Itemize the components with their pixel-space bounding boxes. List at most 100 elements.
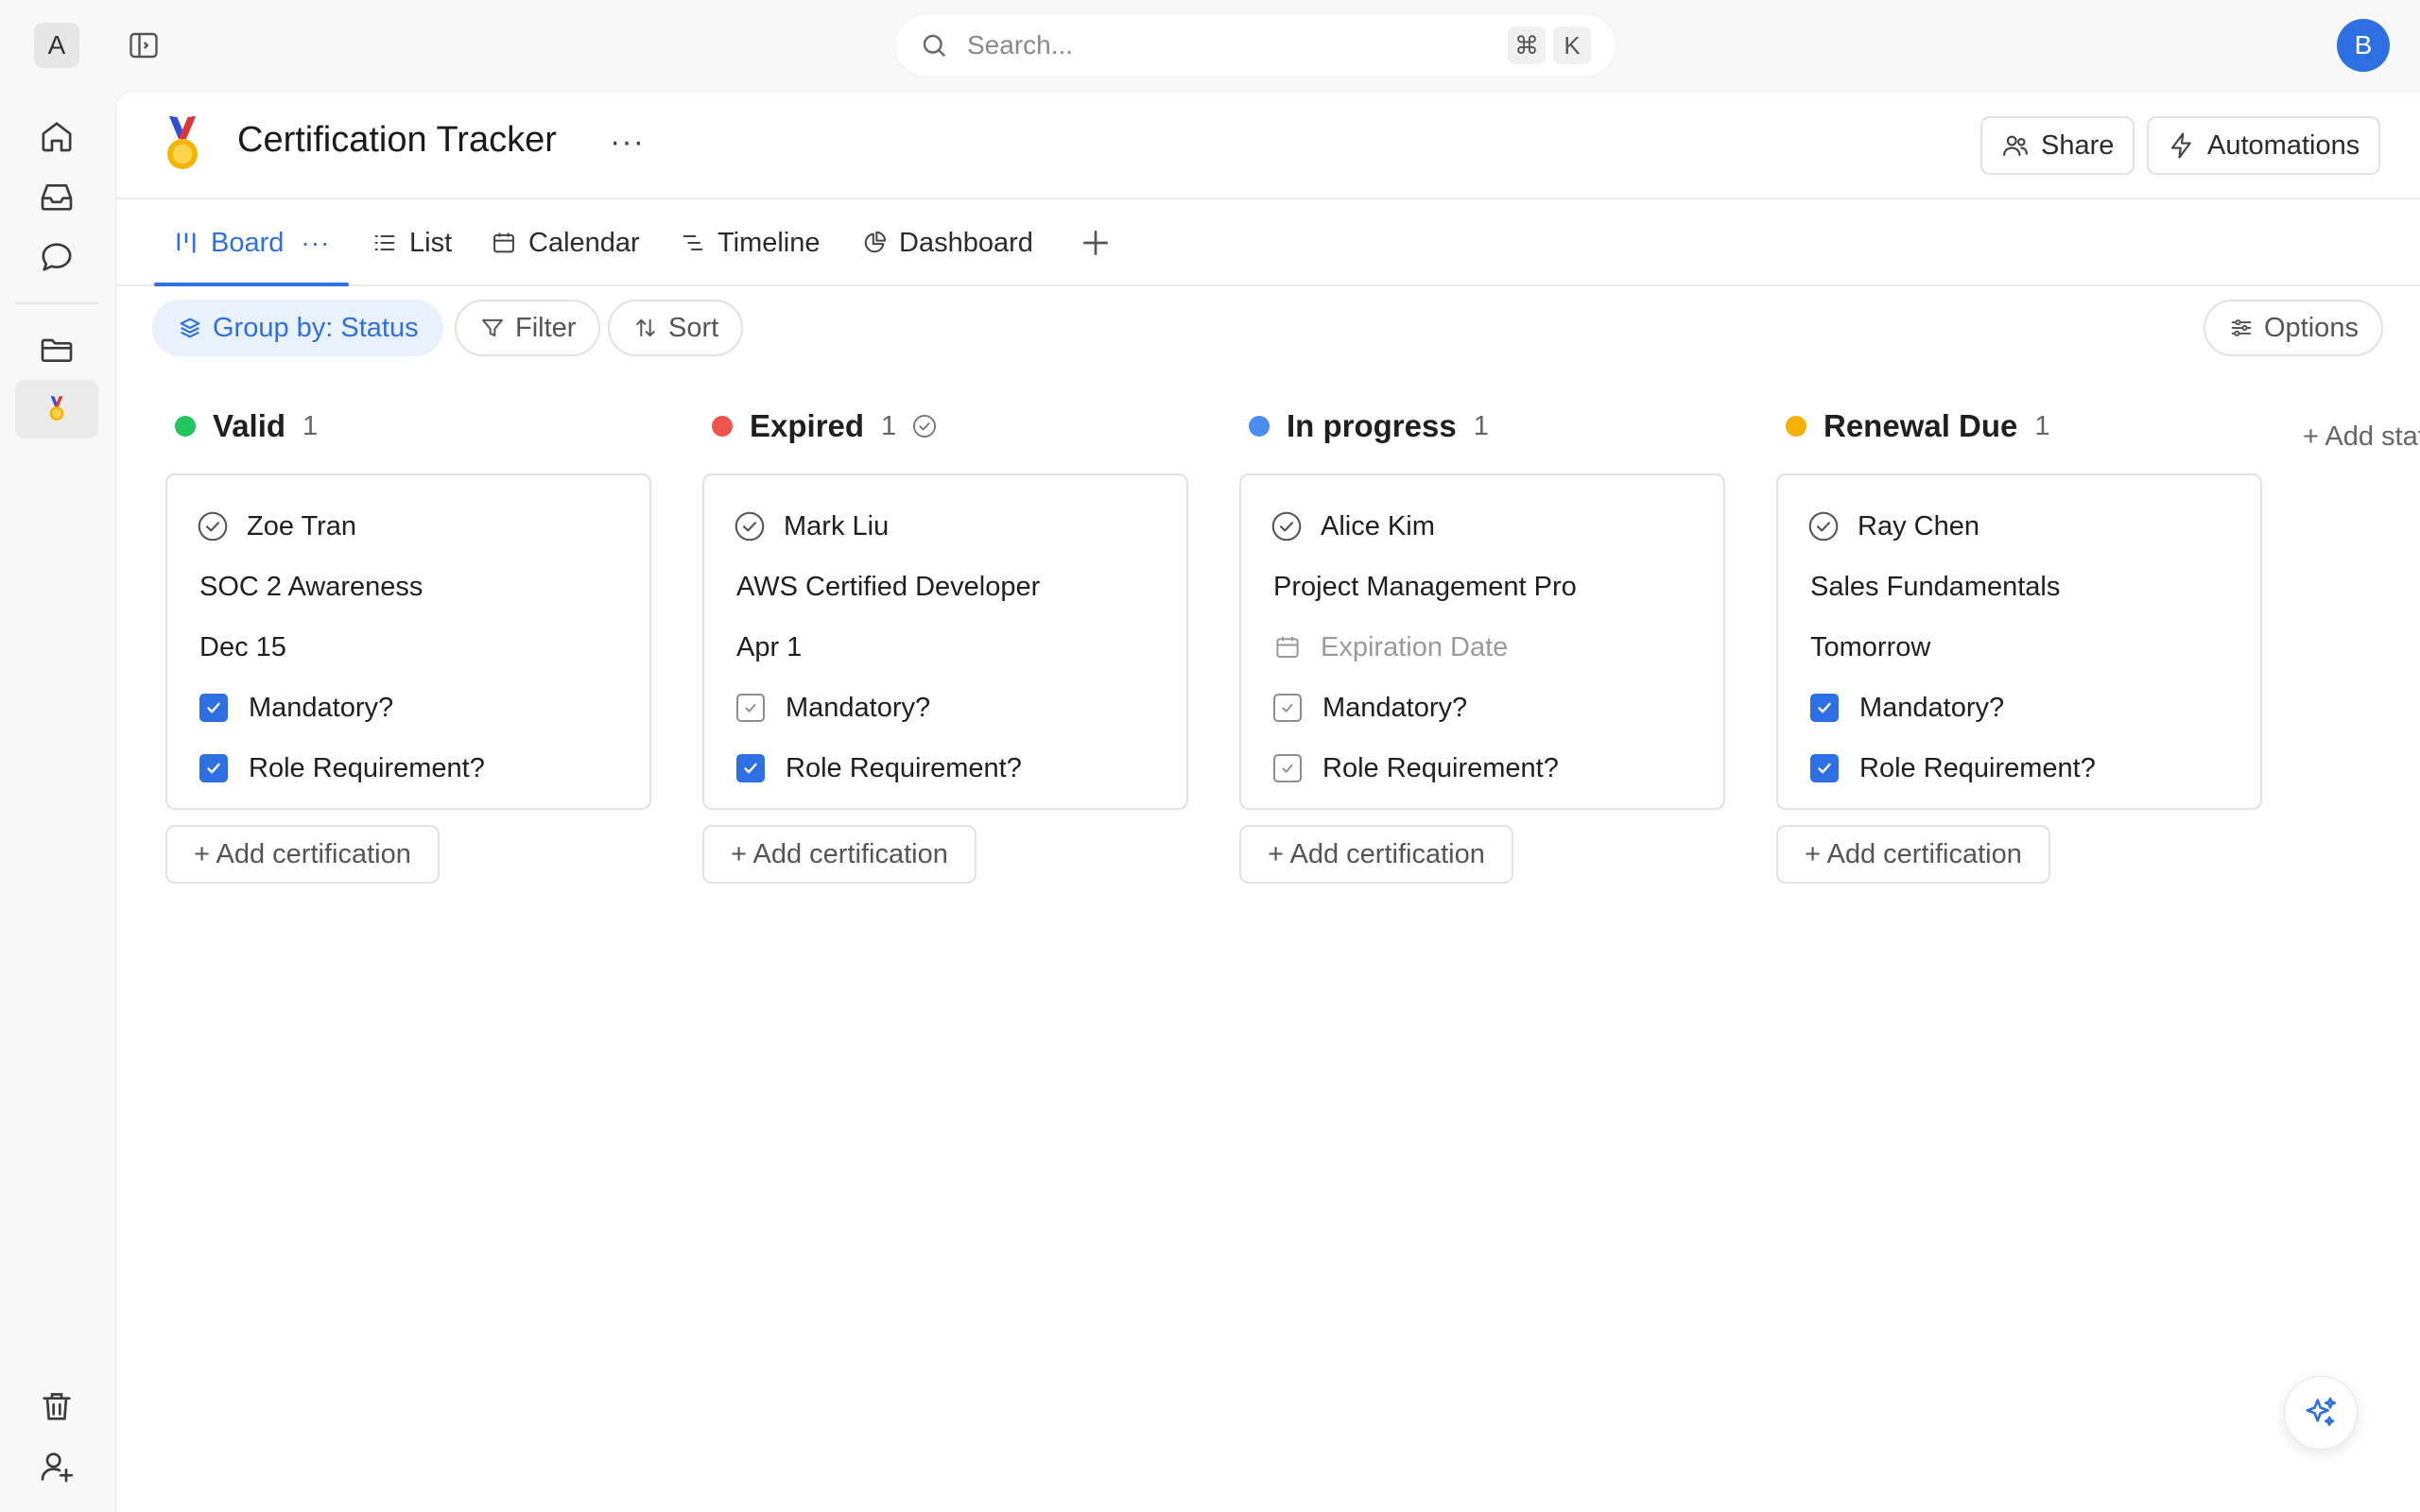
shortcut-k-key: K — [1553, 26, 1591, 64]
card-name-row: Mark Liu — [733, 496, 1156, 557]
certification-card[interactable]: Mark Liu AWS Certified Developer Apr 1 M… — [702, 473, 1188, 810]
filter-button[interactable]: Filter — [455, 300, 601, 356]
mandatory-checkbox[interactable] — [1810, 694, 1839, 722]
medal-icon — [46, 395, 67, 423]
medal-icon[interactable] — [160, 114, 205, 175]
automations-button[interactable]: Automations — [2147, 116, 2381, 175]
check-circle-icon[interactable] — [1806, 509, 1841, 543]
search-icon — [920, 31, 948, 60]
options-label: Options — [2264, 312, 2359, 343]
card-expiration-row: Tomorrow — [1806, 617, 2230, 678]
tab-timeline-label: Timeline — [717, 227, 821, 258]
card-name-row: Ray Chen — [1806, 496, 2230, 557]
trash-icon[interactable] — [38, 1387, 76, 1425]
card-mandatory-row: Mandatory? — [196, 678, 619, 738]
card-expiration-row[interactable]: Expiration Date — [1270, 617, 1693, 678]
column-expired: Expired 1 Mark Liu AWS Certified Develop… — [702, 392, 1188, 884]
card-role-row: Role Requirement? — [1270, 738, 1693, 799]
search-input[interactable] — [967, 30, 1500, 60]
expiration-date-placeholder: Expiration Date — [1321, 631, 1509, 662]
role-requirement-checkbox[interactable] — [736, 754, 765, 782]
column-title: Renewal Due — [1824, 408, 2018, 443]
sliders-icon — [2231, 319, 2252, 336]
check-circle-icon[interactable] — [1270, 509, 1304, 543]
check-circle-icon[interactable] — [911, 413, 938, 439]
column-renewal-due: Renewal Due 1 Ray Chen Sales Fundamental… — [1776, 392, 2262, 884]
add-certification-button[interactable]: + Add certification — [1776, 825, 2050, 884]
role-requirement-checkbox[interactable] — [1273, 754, 1302, 782]
tab-calendar[interactable]: Calendar — [491, 199, 640, 286]
role-requirement-label: Role Requirement? — [786, 752, 1022, 783]
tab-timeline[interactable]: Timeline — [680, 199, 821, 286]
mandatory-checkbox[interactable] — [1273, 694, 1302, 722]
main-panel: Certification Tracker ··· Share Automati… — [115, 91, 2420, 1512]
card-mandatory-row: Mandatory? — [733, 678, 1156, 738]
mandatory-label: Mandatory? — [786, 692, 931, 723]
search-bar[interactable]: ⌘ K — [894, 13, 1616, 77]
status-dot — [1786, 416, 1806, 437]
timeline-icon — [683, 234, 703, 251]
add-status-button[interactable]: + Add status — [2303, 421, 2420, 453]
card-certification-row: SOC 2 Awareness — [196, 557, 619, 617]
expiration-date: Apr 1 — [736, 631, 803, 662]
role-requirement-checkbox[interactable] — [199, 754, 228, 782]
certification-card[interactable]: Ray Chen Sales Fundamentals Tomorrow Man… — [1776, 473, 2262, 810]
dashboard-icon — [864, 231, 887, 253]
share-button[interactable]: Share — [1980, 116, 2135, 175]
board-toolbar: Group by: Status Filter Sort Options — [116, 286, 2420, 373]
ai-assistant-button[interactable] — [2284, 1376, 2358, 1450]
board-icon — [177, 232, 196, 253]
check-circle-icon[interactable] — [733, 509, 767, 543]
role-requirement-label: Role Requirement? — [1859, 752, 2096, 783]
status-dot — [175, 416, 196, 437]
group-by-button[interactable]: Group by: Status — [152, 300, 443, 356]
certification-card[interactable]: Alice Kim Project Management Pro Expirat… — [1239, 473, 1725, 810]
column-count: 1 — [302, 410, 319, 441]
top-bar: A ⌘ K B — [0, 0, 2420, 91]
mandatory-checkbox[interactable] — [736, 694, 765, 722]
tab-dashboard[interactable]: Dashboard — [861, 199, 1033, 286]
person-name: Alice Kim — [1321, 510, 1435, 541]
page-more-button[interactable]: ··· — [610, 124, 645, 161]
automations-label: Automations — [2207, 129, 2360, 161]
add-certification-button[interactable]: + Add certification — [702, 825, 977, 884]
add-member-icon[interactable] — [38, 1448, 76, 1486]
tab-board[interactable]: Board ··· — [173, 199, 330, 286]
card-role-row: Role Requirement? — [1806, 738, 2230, 799]
rail-item-certification-tracker[interactable] — [15, 380, 98, 438]
rail-divider — [15, 302, 98, 304]
check-icon — [1818, 763, 1831, 774]
folder-icon[interactable] — [38, 331, 76, 369]
column-count: 1 — [1473, 410, 1489, 441]
home-icon[interactable] — [38, 117, 76, 155]
sidebar-toggle-icon[interactable] — [127, 28, 161, 62]
card-certification-row: AWS Certified Developer — [733, 557, 1156, 617]
check-circle-icon[interactable] — [196, 509, 230, 543]
chat-icon[interactable] — [38, 238, 76, 276]
role-requirement-checkbox[interactable] — [1810, 754, 1839, 782]
column-header: Expired 1 — [702, 392, 1188, 460]
add-certification-button[interactable]: + Add certification — [165, 825, 440, 884]
calendar-icon — [1276, 636, 1299, 658]
add-view-button[interactable] — [1077, 220, 1115, 266]
certification-name: SOC 2 Awareness — [199, 571, 424, 602]
certification-card[interactable]: Zoe Tran SOC 2 Awareness Dec 15 Mandator… — [165, 473, 651, 810]
check-icon — [1282, 764, 1293, 773]
tab-board-more-button[interactable]: ··· — [301, 228, 330, 258]
user-avatar[interactable]: B — [2337, 19, 2390, 72]
card-expiration-row: Apr 1 — [733, 617, 1156, 678]
person-name: Mark Liu — [784, 510, 890, 541]
certification-name: AWS Certified Developer — [736, 571, 1041, 602]
mandatory-checkbox[interactable] — [199, 694, 228, 722]
status-dot — [1249, 416, 1270, 437]
expiration-date: Tomorrow — [1810, 631, 1931, 662]
sort-button[interactable]: Sort — [608, 300, 744, 356]
mandatory-label: Mandatory? — [1859, 692, 2005, 723]
workspace-avatar[interactable]: A — [34, 23, 79, 68]
options-button[interactable]: Options — [2204, 300, 2383, 356]
certification-name: Sales Fundamentals — [1810, 571, 2061, 602]
filter-icon — [482, 318, 503, 337]
tab-list[interactable]: List — [372, 199, 452, 286]
inbox-icon[interactable] — [38, 178, 76, 215]
add-certification-button[interactable]: + Add certification — [1239, 825, 1513, 884]
